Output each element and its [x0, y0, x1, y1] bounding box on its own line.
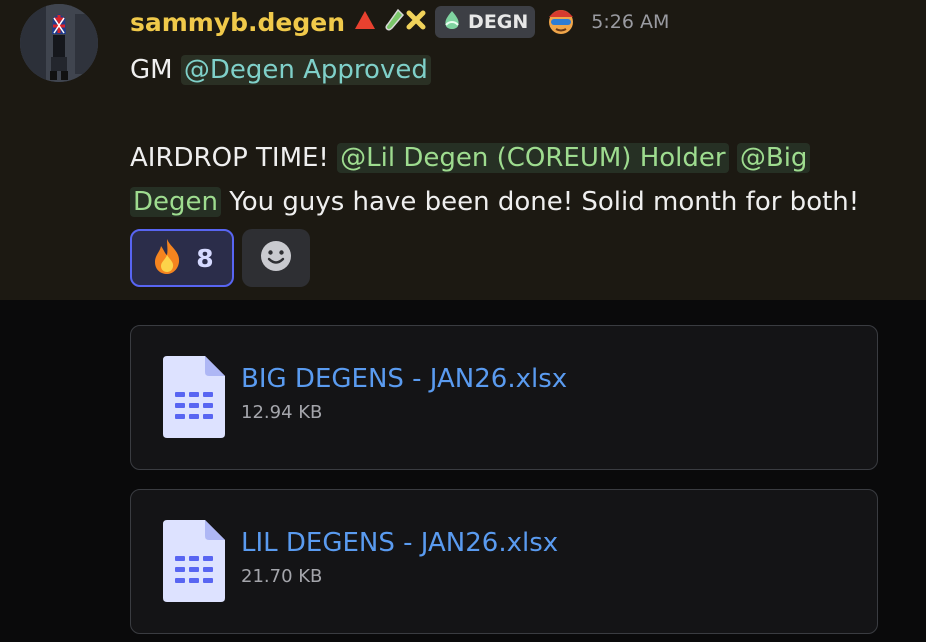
airdrop-tail-text: You guys have been done! Solid month for… [221, 187, 860, 217]
server-tag[interactable]: DEGN [435, 6, 536, 38]
file-name-link[interactable]: BIG DEGENS - JAN26.xlsx [241, 364, 567, 394]
reaction-count: 8 [196, 243, 214, 273]
airdrop-text: AIRDROP TIME! [130, 143, 338, 173]
message-header: sammyb.degen DEGN 5:26 AM [130, 2, 669, 42]
fire-icon [150, 237, 184, 279]
role-mention-lil-degen[interactable]: @Lil Degen (COREUM) Holder [337, 143, 729, 173]
message-timestamp: 5:26 AM [591, 11, 670, 33]
server-tag-label: DEGN [468, 11, 529, 33]
spreadsheet-file-icon [163, 520, 225, 606]
file-name-link[interactable]: LIL DEGENS - JAN26.xlsx [241, 528, 558, 558]
red-triangle-icon [354, 10, 376, 34]
message-line-greeting: GM @Degen Approved [130, 48, 890, 92]
message-content: GM @Degen Approved AIRDROP TIME! @Lil De… [130, 48, 890, 224]
leaf-badge-icon [440, 9, 464, 36]
smiley-icon [259, 239, 293, 277]
cross-mark-icon [406, 10, 426, 34]
chat-message: sammyb.degen DEGN 5:26 AM GM @Degen Appr… [0, 0, 926, 300]
username[interactable]: sammyb.degen [130, 8, 345, 37]
file-size: 12.94 KB [241, 402, 323, 423]
add-reaction-button[interactable] [242, 229, 310, 287]
role-mention-big-degen-cont[interactable]: Degen [130, 187, 221, 217]
reactions-bar: 8 [130, 229, 310, 287]
spreadsheet-file-icon [163, 356, 225, 442]
greeting-text: GM [130, 55, 181, 85]
message-line-airdrop: AIRDROP TIME! @Lil Degen (COREUM) Holder… [130, 136, 890, 224]
fire-reaction[interactable]: 8 [130, 229, 234, 287]
test-tube-icon [385, 8, 405, 36]
file-size: 21.70 KB [241, 566, 323, 587]
sunglasses-character-icon [544, 3, 578, 41]
user-avatar[interactable] [20, 4, 98, 82]
file-attachment[interactable]: BIG DEGENS - JAN26.xlsx 12.94 KB [130, 325, 878, 470]
role-mention-big-degen[interactable]: @Big [736, 143, 811, 173]
role-mention-degen-approved[interactable]: @Degen Approved [180, 55, 431, 85]
file-attachment[interactable]: LIL DEGENS - JAN26.xlsx 21.70 KB [130, 489, 878, 634]
